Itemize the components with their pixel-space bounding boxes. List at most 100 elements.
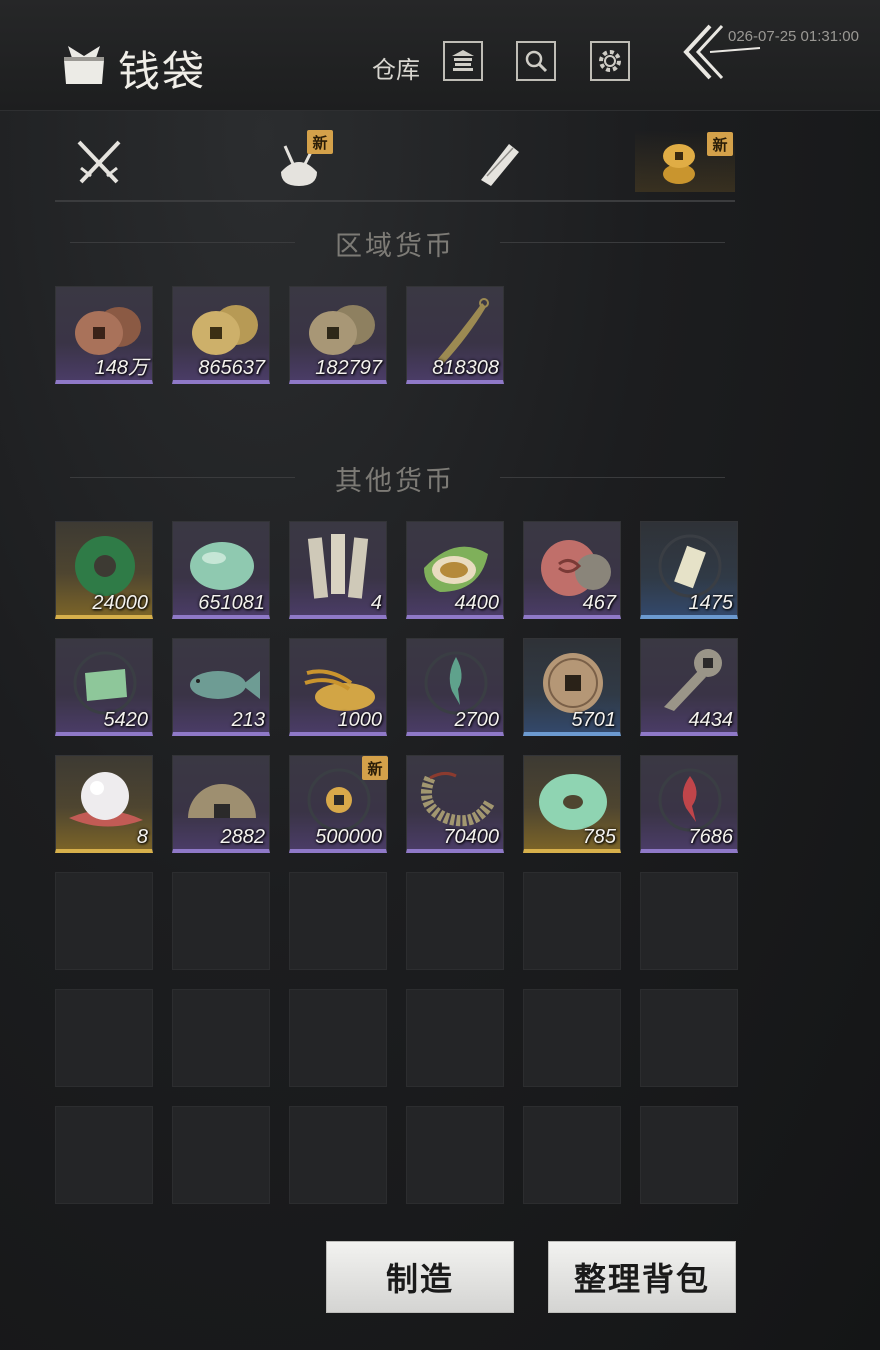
item-quantity: 2700	[454, 709, 500, 731]
item-quantity: 1000	[337, 709, 383, 731]
item-quantity: 182797	[315, 357, 382, 379]
page-title: 钱袋	[118, 47, 207, 96]
tab-weapons[interactable]	[55, 130, 155, 192]
empty-slot	[406, 872, 504, 970]
item-quantity: 5701	[571, 709, 617, 731]
settings-button[interactable]	[590, 41, 630, 81]
item-quantity: 24000	[92, 592, 148, 614]
currency-slot[interactable]: 651081	[172, 521, 270, 619]
item-quantity: 2882	[220, 826, 266, 848]
tab-bundle[interactable]: 新	[255, 130, 355, 192]
currency-slot[interactable]: 148万	[55, 286, 153, 384]
item-quantity: 70400	[443, 826, 499, 848]
item-quantity: 865637	[198, 357, 265, 379]
pearl-icon	[69, 772, 143, 827]
item-quantity: 8	[136, 826, 148, 848]
currency-slot[interactable]: 1475	[640, 521, 738, 619]
empty-slot	[289, 1106, 387, 1204]
empty-slot	[523, 872, 621, 970]
empty-slot	[640, 872, 738, 970]
timestamp: 026-07-25 01:31:00	[728, 28, 859, 45]
knife-coin-icon	[438, 298, 489, 363]
item-quantity: 500000	[315, 826, 382, 848]
empty-slot	[172, 989, 270, 1087]
search-button[interactable]	[516, 41, 556, 81]
currency-slot[interactable]: 24000	[55, 521, 153, 619]
empty-slot	[406, 989, 504, 1087]
currency-slot[interactable]: 865637	[172, 286, 270, 384]
top-bar: 钱袋 仓库 026-07-25 01:31:00	[0, 0, 880, 111]
scroll-icon	[481, 144, 519, 186]
currency-slot[interactable]: 785	[523, 755, 621, 853]
currency-slot[interactable]: 467	[523, 521, 621, 619]
red-flame-sigil-icon	[658, 768, 722, 832]
tab-currency[interactable]: 新	[635, 130, 735, 192]
pink-seal-stone-icon	[541, 540, 611, 596]
fish-icon	[190, 671, 260, 699]
currency-slot[interactable]: 4434	[640, 638, 738, 736]
item-quantity: 4434	[688, 709, 734, 731]
empty-slot	[172, 1106, 270, 1204]
coin-string-icon	[421, 771, 495, 827]
ancient-coin-icon	[543, 653, 603, 713]
token-plate-icon	[658, 534, 722, 598]
currency-slot[interactable]: 5420	[55, 638, 153, 736]
jade-stone-icon	[190, 542, 254, 590]
grain-pile-icon	[304, 669, 375, 711]
coins-icon	[663, 144, 695, 184]
empty-slot	[406, 1106, 504, 1204]
item-quantity: 5420	[103, 709, 149, 731]
item-quantity: 467	[582, 592, 616, 614]
money-pouch-icon	[64, 46, 104, 84]
category-tabs: 新 新	[55, 120, 735, 202]
sort-bag-button[interactable]: 整理背包	[548, 1241, 736, 1313]
currency-slot[interactable]: 182797	[289, 286, 387, 384]
item-quantity: 213	[231, 709, 265, 731]
item-quantity: 148万	[94, 357, 148, 379]
empty-slot	[55, 1106, 153, 1204]
currency-slot[interactable]: 1000	[289, 638, 387, 736]
currency-slot[interactable]: 2700	[406, 638, 504, 736]
key-coin-icon	[664, 649, 722, 711]
jade-ring-icon	[539, 774, 607, 830]
currency-slot[interactable]: 新 500000	[289, 755, 388, 853]
bamboo-slips-icon	[307, 534, 369, 599]
item-quantity: 785	[582, 826, 616, 848]
new-badge: 新	[362, 756, 388, 780]
currency-slot[interactable]: 70400	[406, 755, 504, 853]
item-quantity: 7686	[688, 826, 734, 848]
search-icon	[525, 50, 548, 73]
warehouse-icon	[452, 50, 474, 71]
melon-icon	[424, 546, 488, 592]
section-title-regional: 区域货币	[335, 231, 455, 262]
gear-icon	[599, 50, 621, 72]
item-quantity: 651081	[198, 592, 265, 614]
currency-slot[interactable]: 4400	[406, 521, 504, 619]
empty-slot	[289, 989, 387, 1087]
currency-slot[interactable]: 7686	[640, 755, 738, 853]
gold-coin-stack-icon	[192, 305, 258, 355]
currency-slot[interactable]: 8	[55, 755, 153, 853]
currency-slot[interactable]: 5701	[523, 638, 621, 736]
empty-slot	[55, 872, 153, 970]
empty-slot	[289, 872, 387, 970]
bronze-coin-stack-icon	[309, 305, 375, 355]
craft-button[interactable]: 制造	[326, 1241, 514, 1313]
currency-slot[interactable]: 818308	[406, 286, 504, 384]
empty-slot	[640, 1106, 738, 1204]
crossed-swords-icon	[77, 140, 121, 184]
empty-slot	[55, 989, 153, 1087]
currency-slot[interactable]: 4	[289, 521, 387, 619]
empty-slot	[523, 989, 621, 1087]
jade-bi-disc-icon	[75, 536, 135, 596]
item-quantity: 1475	[688, 592, 734, 614]
currency-slot[interactable]: 2882	[172, 755, 270, 853]
empty-slot	[172, 872, 270, 970]
empty-slot	[523, 1106, 621, 1204]
new-badge: 新	[307, 130, 333, 154]
currency-slot[interactable]: 213	[172, 638, 270, 736]
warehouse-button[interactable]	[443, 41, 483, 81]
warehouse-label[interactable]: 仓库	[372, 50, 420, 85]
tab-scrolls[interactable]	[455, 130, 555, 192]
item-quantity: 818308	[432, 357, 499, 379]
